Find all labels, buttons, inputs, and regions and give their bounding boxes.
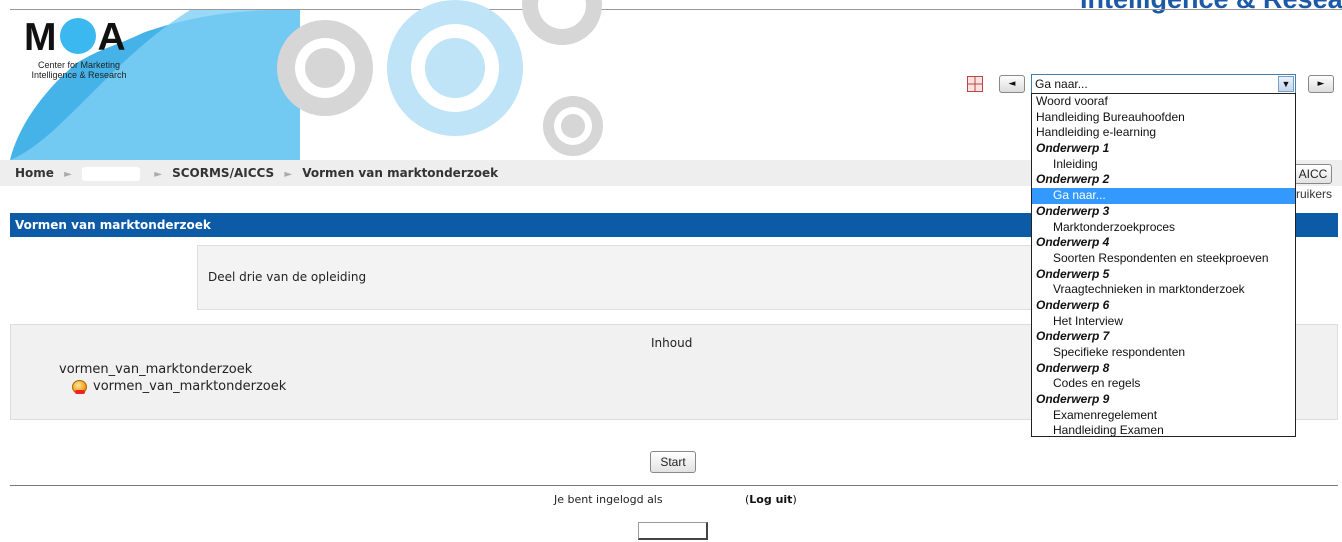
dropdown-optgroup: Onderwerp 8: [1036, 360, 1110, 375]
login-info: Je bent ingelogd als: [554, 493, 663, 506]
breadcrumb-course-link[interactable]: [82, 166, 141, 181]
dropdown-option[interactable]: Soorten Respondenten en steekproeven: [1032, 251, 1295, 267]
start-button[interactable]: Start: [650, 451, 696, 473]
select-value: Ga naar...: [1035, 77, 1088, 91]
footer-home-button[interactable]: [638, 522, 708, 540]
dropdown-option[interactable]: Ga naar...: [1032, 188, 1295, 204]
sco-item[interactable]: vormen_van_marktonderzoek: [72, 379, 286, 394]
dropdown-option[interactable]: Specifieke respondenten: [1032, 345, 1295, 361]
intro-text: Deel drie van de opleiding: [208, 270, 367, 284]
breadcrumb-separator-icon: ►: [284, 169, 293, 180]
dropdown-optgroup: Onderwerp 2: [1036, 172, 1110, 187]
dropdown-option[interactable]: Het Interview: [1032, 314, 1295, 330]
dropdown-option[interactable]: Woord vooraf: [1032, 94, 1295, 110]
dropdown-option[interactable]: Examenregelement: [1032, 408, 1295, 424]
dropdown-optgroup: Onderwerp 1: [1036, 141, 1110, 156]
breadcrumb-separator-icon: ►: [64, 169, 72, 180]
breadcrumb-current: Vormen van marktonderzoek: [302, 166, 499, 180]
update-aicc-button[interactable]: AICC: [1294, 164, 1332, 184]
dropdown-option[interactable]: Handleiding e-learning: [1032, 125, 1295, 141]
logo-wordmark: MA: [24, 16, 127, 59]
dropdown-option[interactable]: Marktonderzoekproces: [1032, 220, 1295, 236]
activity-dropdown-list[interactable]: Woord vooraf Handleiding Bureauhoofden Han…: [1031, 93, 1296, 437]
dropdown-option[interactable]: Codes en regels: [1032, 376, 1295, 392]
dropdown-optgroup: Onderwerp 6: [1036, 297, 1110, 312]
breadcrumb-scorms-link[interactable]: SCORMS/AICCS: [172, 166, 274, 180]
logo-subtitle: Center for Marketing Intelligence & Rese…: [31, 60, 127, 80]
sco-status-icon: [72, 379, 87, 394]
dropdown-option[interactable]: Handleiding Examen: [1032, 423, 1295, 439]
activity-jump-select[interactable]: Ga naar... ▼: [1031, 74, 1296, 94]
sco-title: vormen_van_marktonderzoek: [59, 362, 253, 377]
users-link[interactable]: ruikers: [1296, 187, 1332, 201]
chevron-down-icon[interactable]: ▼: [1278, 76, 1294, 92]
logout-wrapper: (Log uit): [745, 493, 797, 506]
breadcrumb-home-link[interactable]: Home: [15, 166, 54, 180]
content-heading: Inhoud: [651, 336, 693, 350]
dropdown-optgroup: Onderwerp 7: [1036, 329, 1110, 344]
intro-box: Deel drie van de opleiding: [197, 245, 1097, 310]
dropdown-optgroup: Onderwerp 3: [1036, 203, 1110, 218]
dropdown-option[interactable]: Inleiding: [1032, 157, 1295, 173]
dropdown-optgroup: Onderwerp 5: [1036, 266, 1110, 281]
logout-link[interactable]: Log uit: [749, 493, 792, 506]
prev-activity-button[interactable]: ◄: [999, 75, 1025, 93]
moa-logo[interactable]: MA Center for Marketing Intelligence & R…: [10, 10, 310, 160]
breadcrumb-separator-icon: ►: [154, 169, 162, 180]
footer-divider: [10, 485, 1338, 486]
next-activity-button[interactable]: ►: [1308, 75, 1334, 93]
sco-item-label[interactable]: vormen_van_marktonderzoek: [93, 379, 286, 394]
dropdown-option[interactable]: Vraagtechnieken in marktonderzoek: [1032, 282, 1295, 298]
dropdown-optgroup: Onderwerp 4: [1036, 235, 1110, 250]
dropdown-option[interactable]: Handleiding Bureauhoofden: [1032, 110, 1295, 126]
logo-circle-icon: [59, 18, 96, 54]
dropdown-optgroup: Onderwerp 9: [1036, 392, 1110, 407]
show-blocks-icon[interactable]: [967, 76, 983, 92]
